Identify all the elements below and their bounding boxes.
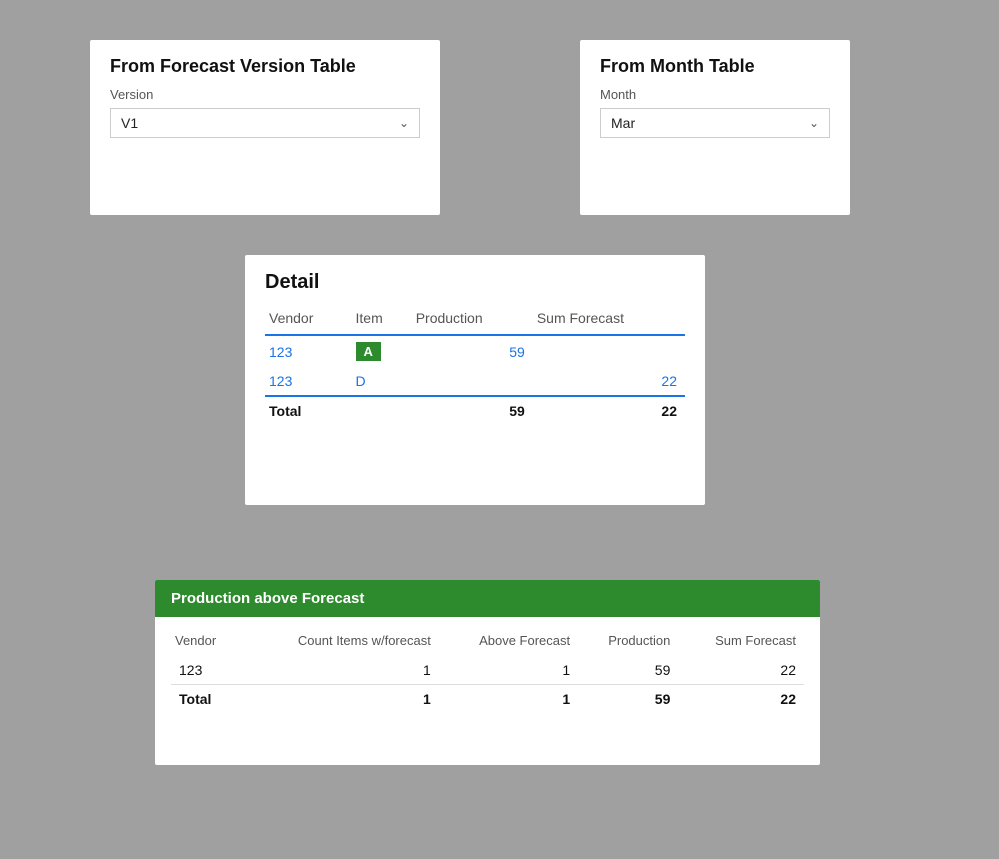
row2-vendor: 123 <box>265 367 352 396</box>
row1-vendor: 123 <box>265 335 352 367</box>
col-sum-forecast: Sum Forecast <box>533 306 685 335</box>
prod-row1-sum-forecast: 22 <box>678 656 804 685</box>
col-item: Item <box>352 306 412 335</box>
production-table-wrap: Vendor Count Items w/forecast Above Fore… <box>155 617 820 733</box>
total-label: Total <box>265 396 352 425</box>
table-row: 123 A 59 <box>265 335 685 367</box>
month-label: Month <box>600 87 830 102</box>
prod-col-vendor: Vendor <box>171 627 243 656</box>
total-row: Total 1 1 59 22 <box>171 685 804 714</box>
row1-production: 59 <box>412 335 533 367</box>
version-chevron-icon: ⌄ <box>399 116 409 130</box>
total-production: 59 <box>412 396 533 425</box>
prod-col-count: Count Items w/forecast <box>243 627 439 656</box>
detail-card-title: Detail <box>265 271 685 294</box>
month-table-card: From Month Table Month Mar ⌄ <box>580 40 850 215</box>
prod-total-sum-forecast: 22 <box>678 685 804 714</box>
forecast-card-title: From Forecast Version Table <box>110 56 420 77</box>
prod-total-label: Total <box>171 685 243 714</box>
production-card-title: Production above Forecast <box>155 580 820 617</box>
month-selected: Mar <box>611 115 635 131</box>
item-badge-A: A <box>356 342 381 361</box>
production-card: Production above Forecast Vendor Count I… <box>155 580 820 765</box>
total-item-empty <box>352 396 412 425</box>
version-label: Version <box>110 87 420 102</box>
prod-col-production: Production <box>578 627 678 656</box>
row2-production <box>412 367 533 396</box>
prod-row1-production: 59 <box>578 656 678 685</box>
forecast-version-card: From Forecast Version Table Version V1 ⌄ <box>90 40 440 215</box>
prod-total-above: 1 <box>439 685 578 714</box>
prod-row1-vendor: 123 <box>171 656 243 685</box>
col-production: Production <box>412 306 533 335</box>
detail-table: Vendor Item Production Sum Forecast 123 … <box>265 306 685 425</box>
total-sum-forecast: 22 <box>533 396 685 425</box>
prod-total-production: 59 <box>578 685 678 714</box>
detail-card: Detail Vendor Item Production Sum Foreca… <box>245 255 705 505</box>
row2-sum-forecast: 22 <box>533 367 685 396</box>
version-selected: V1 <box>121 115 138 131</box>
month-dropdown[interactable]: Mar ⌄ <box>600 108 830 138</box>
prod-row1-count: 1 <box>243 656 439 685</box>
row1-sum-forecast <box>533 335 685 367</box>
prod-col-above: Above Forecast <box>439 627 578 656</box>
month-chevron-icon: ⌄ <box>809 116 819 130</box>
prod-col-sum-forecast: Sum Forecast <box>678 627 804 656</box>
prod-total-count: 1 <box>243 685 439 714</box>
row2-item: D <box>352 367 412 396</box>
prod-row1-above: 1 <box>439 656 578 685</box>
production-table: Vendor Count Items w/forecast Above Fore… <box>171 627 804 713</box>
total-row: Total 59 22 <box>265 396 685 425</box>
col-vendor: Vendor <box>265 306 352 335</box>
table-row: 123 D 22 <box>265 367 685 396</box>
row1-item: A <box>352 335 412 367</box>
table-row: 123 1 1 59 22 <box>171 656 804 685</box>
month-card-title: From Month Table <box>600 56 830 77</box>
version-dropdown[interactable]: V1 ⌄ <box>110 108 420 138</box>
